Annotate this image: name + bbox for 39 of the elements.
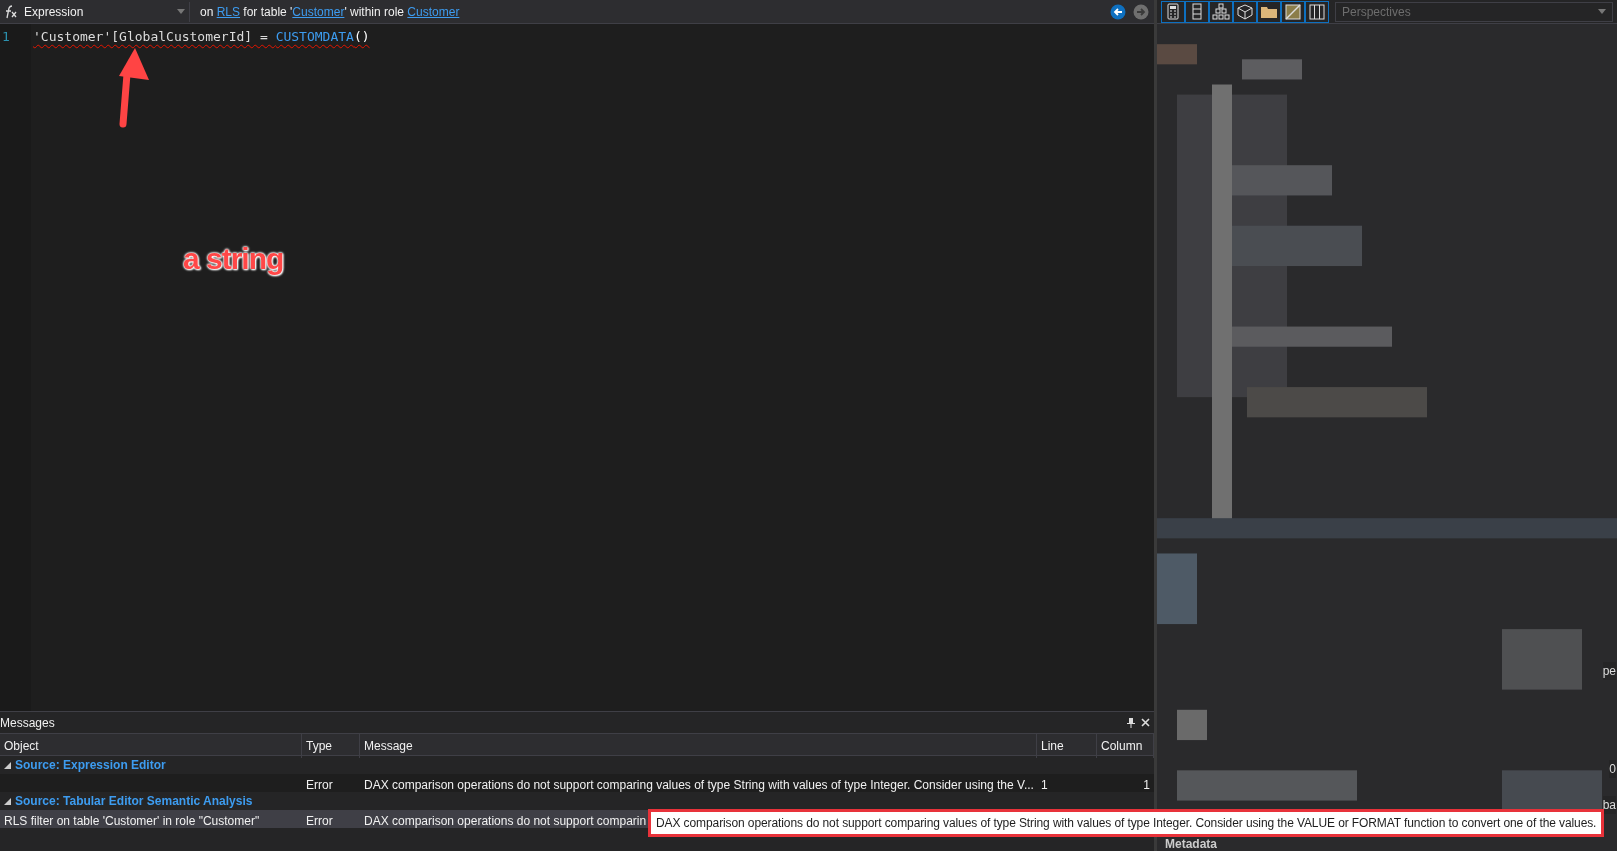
arrow-icon (118, 46, 152, 128)
column-header[interactable]: Type (302, 734, 360, 758)
table-cell: DAX comparison operations do not support comparin (364, 814, 647, 828)
columns-icon[interactable] (1308, 2, 1326, 21)
context-link[interactable]: RLS (216, 4, 241, 19)
annotation-text: a string (183, 241, 284, 277)
table-cell: 1 (1143, 778, 1150, 792)
panel-title: Messages (0, 714, 55, 732)
section-title: Metadata (1165, 838, 1217, 851)
caret-icon (1598, 9, 1606, 14)
message-row[interactable]: Error DAX comparison operations do not support comparing values of type String with values of type Integer. Consider using the V... 1 1 (0, 774, 1154, 792)
tooltip: DAX comparison operations do not support comparing values of type String with values of type Integer. Consider using the VALUE or FORMAT function to convert one of the values. (648, 809, 1605, 837)
expanded-icon[interactable] (4, 761, 11, 769)
table-cell: RLS filter on table 'Customer' in role "Customer" (4, 814, 260, 828)
table-cell: Error (306, 814, 333, 828)
image-icon[interactable] (1284, 2, 1302, 21)
hierarchy-icon[interactable] (1212, 2, 1230, 21)
context-text: on RLS for table 'Customer' within role Customer (199, 3, 460, 21)
close-icon[interactable] (1141, 718, 1150, 727)
table-cell: Error (306, 778, 333, 792)
caret-icon (177, 9, 185, 14)
pin-icon[interactable] (1127, 717, 1135, 728)
table-cell: 1 (1041, 778, 1048, 792)
context-link[interactable]: Customer (407, 4, 460, 19)
table-cell: DAX comparison operations do not support comparing values of type String with values of type Integer. Consider using the V... (364, 778, 1034, 792)
cube-icon[interactable] (1236, 2, 1254, 21)
text-fragment: 0 (1609, 760, 1616, 778)
function-icon (4, 4, 18, 19)
group-header: Source: Tabular Editor Semantic Analysis (15, 793, 253, 810)
column-header[interactable]: Line (1037, 734, 1097, 758)
calculator-icon[interactable] (1164, 2, 1182, 21)
line-number: 1 (0, 24, 31, 711)
property-dropdown[interactable]: Expression (0, 1, 190, 22)
column-header[interactable]: Object (0, 734, 302, 758)
column-header[interactable]: Message (360, 734, 1037, 758)
group-header: Source: Expression Editor (15, 757, 166, 774)
column-header[interactable]: Column (1097, 734, 1154, 758)
code-line: 'Customer'[GlobalCustomerId] = CUSTOMDATA() (33, 28, 370, 46)
expanded-icon[interactable] (4, 797, 11, 805)
